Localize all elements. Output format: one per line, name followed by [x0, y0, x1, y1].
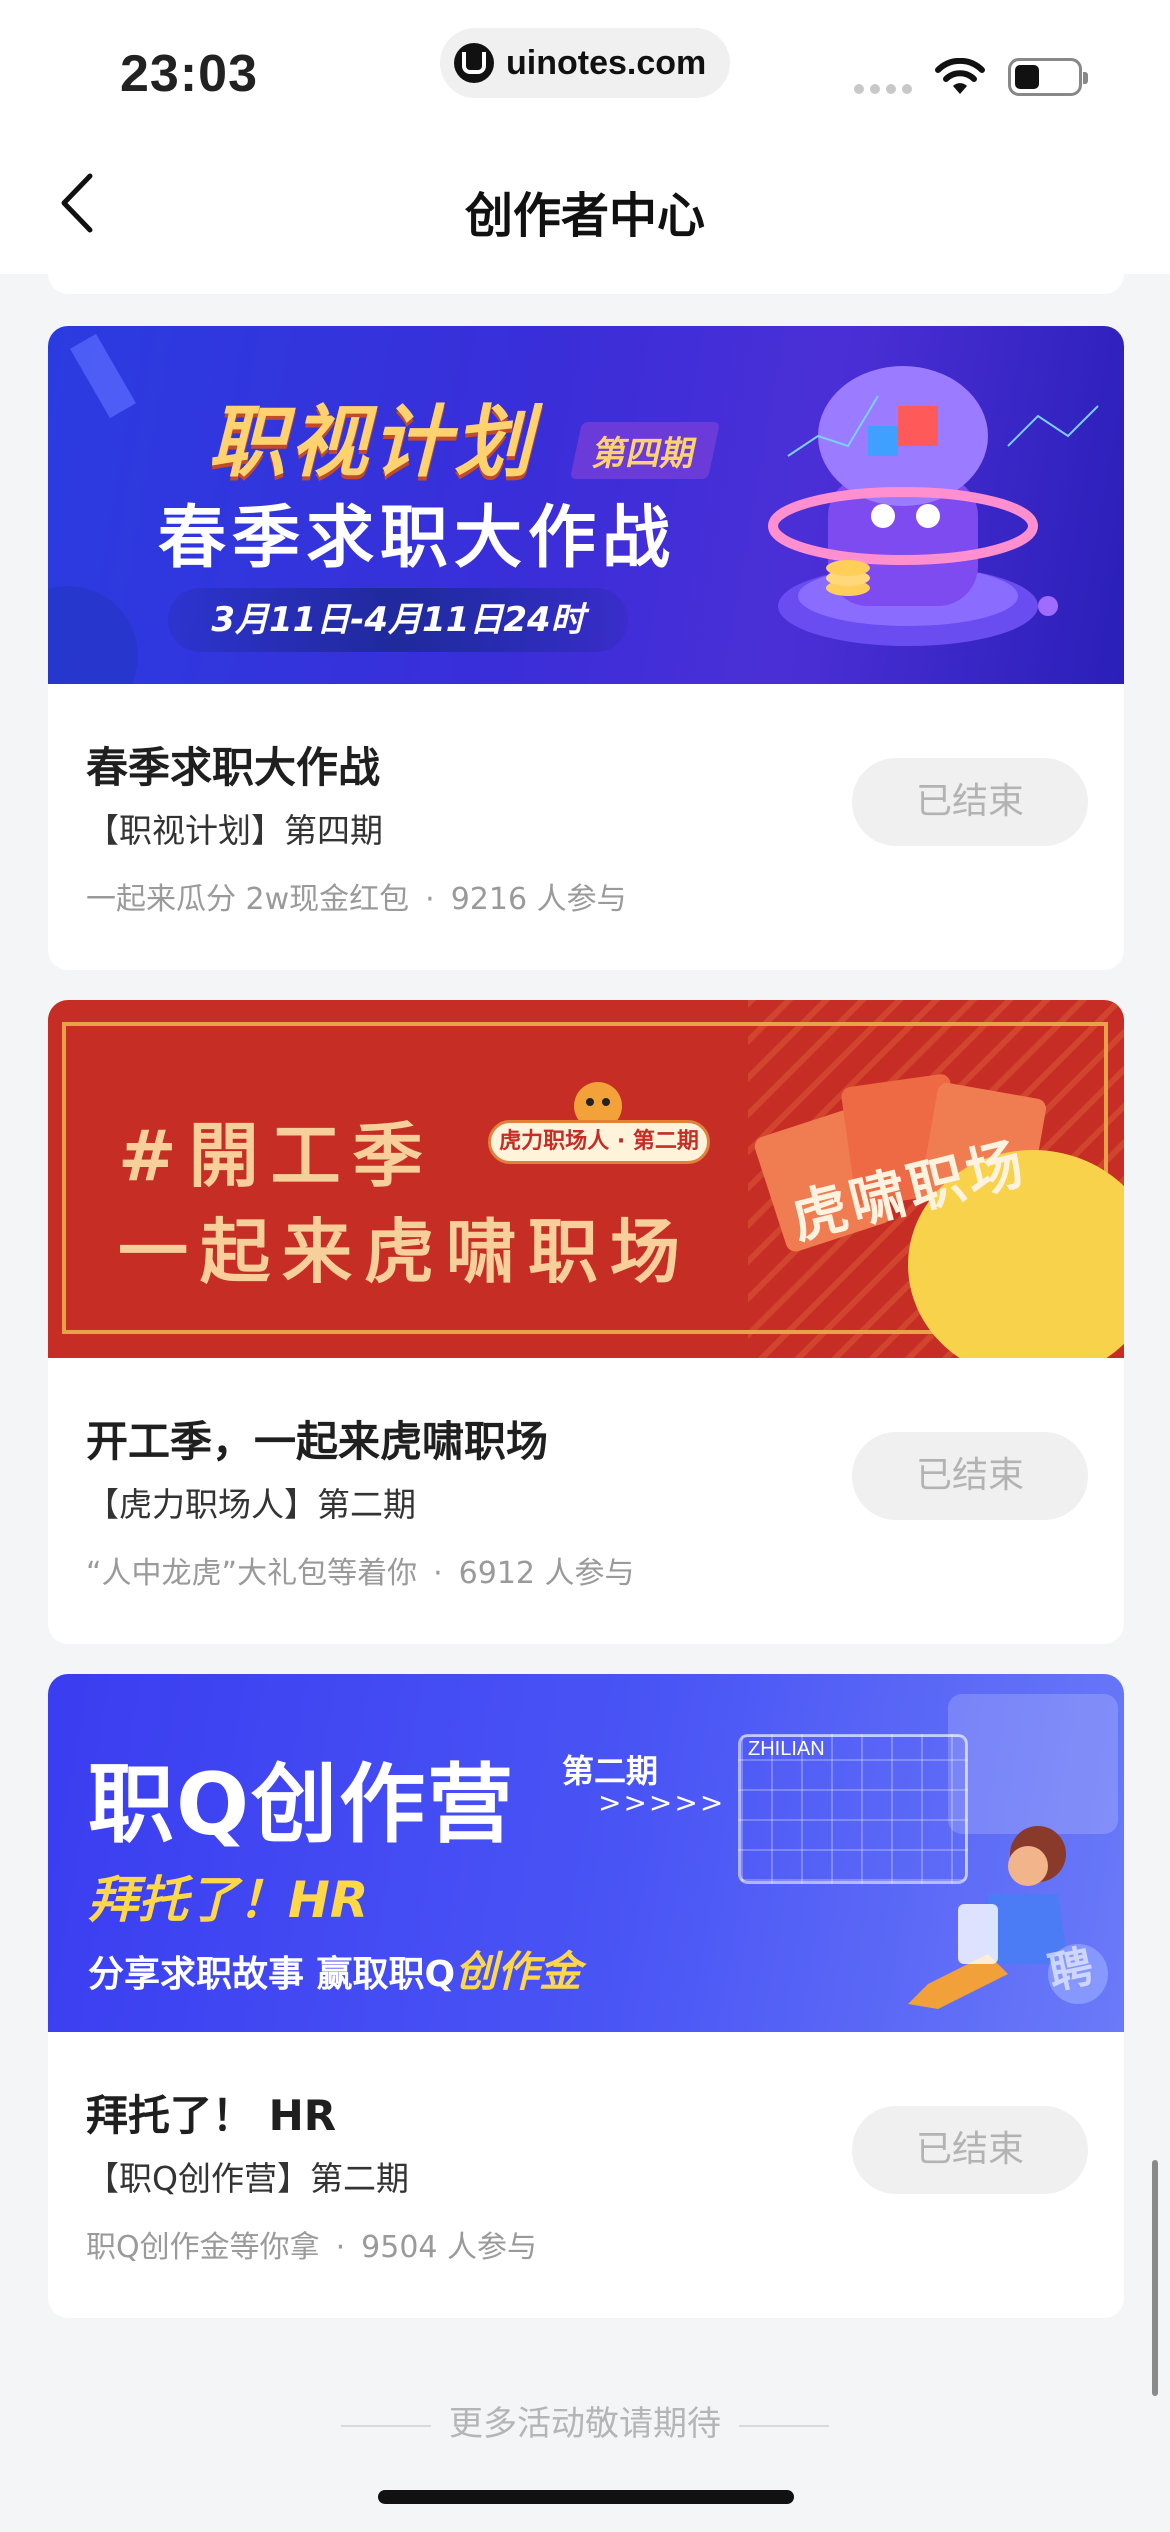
banner-headline: #開工季	[118, 1114, 435, 1197]
activity-status-button[interactable]: 已结束	[852, 758, 1088, 846]
activity-reward: 一起来瓜分 2w现金红包	[86, 882, 410, 917]
activity-card[interactable]: 职视计划 第四期 春季求职大作战 3月11日-4月11日24时 春季求职大作战 …	[48, 326, 1124, 970]
url-text: uinotes.com	[506, 43, 707, 82]
page-title: 创作者中心	[464, 188, 705, 244]
activity-title: 拜托了！ HR	[86, 2091, 337, 2140]
cellular-signal-icon	[854, 84, 912, 94]
footer-note-text: 更多活动敬请期待	[449, 2404, 721, 2444]
banner-slogan-highlight: 创作金	[455, 1947, 582, 1996]
banner-headline: 职Q创作营	[88, 1755, 516, 1855]
activity-meta: “人中龙虎”大礼包等着你 · 6912 人参与	[86, 1548, 635, 1592]
activity-subtitle: 【职视计划】第四期	[86, 811, 383, 850]
divider	[739, 2424, 829, 2427]
banner-slogan: 分享求职故事 赢取职Q创作金	[88, 1938, 581, 1999]
activity-info: 春季求职大作战 【职视计划】第四期 一起来瓜分 2w现金红包 · 9216 人参与 …	[48, 684, 1124, 970]
activity-info: 开工季，一起来虎啸职场 【虎力职场人】第二期 “人中龙虎”大礼包等着你 · 6912…	[48, 1358, 1124, 1644]
battery-icon	[1008, 58, 1088, 96]
url-pill[interactable]: uinotes.com	[440, 28, 730, 98]
activity-subtitle: 【职Q创作营】第二期	[86, 2159, 409, 2198]
activity-banner[interactable]: ZHILIAN 职Q创作营 第二期 >>>>> 拜托了！HR 分享求职故事 赢取…	[48, 1674, 1124, 2032]
nav-bar: 创作者中心	[0, 140, 1170, 274]
previous-card-edge	[48, 274, 1124, 294]
scrollbar[interactable]	[1152, 2160, 1158, 2396]
banner-issue-tag: 第四期	[569, 422, 721, 479]
banner-series-pill: 虎力职场人 · 第二期	[488, 1120, 710, 1164]
activity-reward: “人中龙虎”大礼包等着你	[86, 1556, 418, 1591]
wifi-icon	[935, 58, 985, 94]
activity-card[interactable]: ZHILIAN 职Q创作营 第二期 >>>>> 拜托了！HR 分享求职故事 赢取…	[48, 1674, 1124, 2318]
meta-separator: ·	[335, 2230, 346, 2265]
banner-subheadline: 拜托了！HR	[88, 1871, 369, 1929]
activity-reward: 职Q创作金等你拿	[86, 2230, 320, 2265]
activity-info: 拜托了！ HR 【职Q创作营】第二期 职Q创作金等你拿 · 9504 人参与 已结束	[48, 2032, 1124, 2318]
meta-separator: ·	[425, 882, 435, 917]
banner-ui-panel	[948, 1694, 1118, 1834]
activity-meta: 职Q创作金等你拿 · 9504 人参与	[86, 2222, 537, 2266]
activity-status-button[interactable]: 已结束	[852, 2106, 1088, 2194]
status-bar: 23:03 uinotes.com	[0, 0, 1170, 140]
footer-note: 更多活动敬请期待	[0, 2396, 1170, 2445]
home-indicator[interactable]	[378, 2490, 794, 2504]
activity-title: 开工季，一起来虎啸职场	[86, 1417, 549, 1466]
activity-banner[interactable]: 职视计划 第四期 春季求职大作战 3月11日-4月11日24时	[48, 326, 1124, 684]
site-logo-icon	[454, 43, 494, 83]
activity-status-button[interactable]: 已结束	[852, 1432, 1088, 1520]
activity-title: 春季求职大作战	[86, 743, 381, 792]
activity-subtitle: 【虎力职场人】第二期	[86, 1485, 416, 1524]
banner-subheadline: 春季求职大作战	[158, 499, 677, 578]
banner-date: 3月11日-4月11日24时	[168, 588, 628, 652]
divider	[341, 2424, 431, 2427]
activity-participants: 9504 人参与	[361, 2230, 538, 2265]
activity-banner[interactable]: #開工季 一起来虎啸职场 虎力职场人 · 第二期 虎啸职场	[48, 1000, 1124, 1358]
activity-participants: 9216 人参与	[450, 882, 627, 917]
banner-arrows: >>>>>	[598, 1786, 726, 1819]
banner-headline: 职视计划	[208, 398, 537, 488]
activity-meta: 一起来瓜分 2w现金红包 · 9216 人参与	[86, 874, 627, 918]
meta-separator: ·	[433, 1556, 443, 1591]
banner-slogan-text: 分享求职故事 赢取职Q	[88, 1954, 456, 1995]
activity-card[interactable]: #開工季 一起来虎啸职场 虎力职场人 · 第二期 虎啸职场 开工季，一起来虎啸职…	[48, 1000, 1124, 1644]
status-time: 23:03	[120, 45, 258, 103]
screen: 23:03 uinotes.com 创作者中心 职视计划 第四期 春季求职大作战…	[0, 0, 1170, 2532]
banner-subheadline: 一起来虎啸职场	[118, 1210, 692, 1293]
activity-participants: 6912 人参与	[458, 1556, 635, 1591]
banner-grid-label: ZHILIAN	[748, 1738, 825, 1760]
